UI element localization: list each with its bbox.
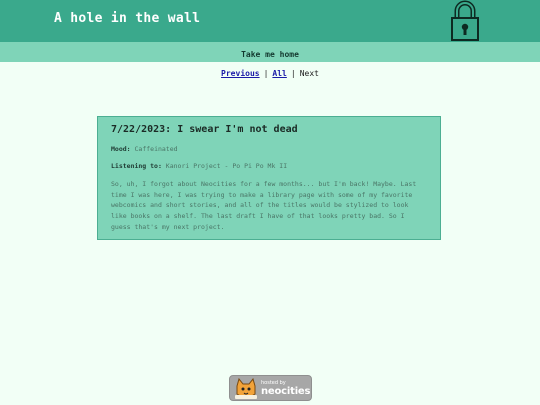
home-link[interactable]: Take me home	[241, 50, 299, 59]
blog-post: 7/22/2023: I swear I'm not dead Mood: Ca…	[97, 116, 441, 240]
previous-link[interactable]: Previous	[221, 69, 260, 78]
neocities-badge[interactable]: hosted by neocities	[229, 375, 312, 401]
post-mood: Mood: Caffeinated	[111, 145, 427, 153]
next-label: Next	[299, 69, 319, 78]
site-header: A hole in the wall	[0, 0, 540, 42]
listening-key: Listening to:	[111, 162, 162, 170]
post-title: 7/22/2023: I swear I'm not dead	[111, 124, 298, 135]
padlock-icon	[451, 0, 479, 41]
post-listening: Listening to: Kanori Project - Po Pi Po …	[111, 162, 427, 170]
site-title: A hole in the wall	[54, 11, 201, 26]
all-link[interactable]: All	[272, 69, 286, 78]
post-body: So, uh, I forgot about Neocities for a f…	[111, 180, 417, 231]
listening-value: Kanori Project - Po Pi Po Mk II	[165, 162, 288, 170]
post-pager: Previous | All | Next	[0, 69, 540, 78]
mood-key: Mood:	[111, 145, 131, 153]
nav-bar: Take me home	[0, 42, 540, 62]
neocities-cat-icon	[235, 378, 257, 399]
mood-value: Caffeinated	[134, 145, 178, 153]
badge-big-text: neocities	[261, 386, 311, 397]
pager-separator: |	[263, 69, 269, 78]
pager-separator: |	[290, 69, 296, 78]
